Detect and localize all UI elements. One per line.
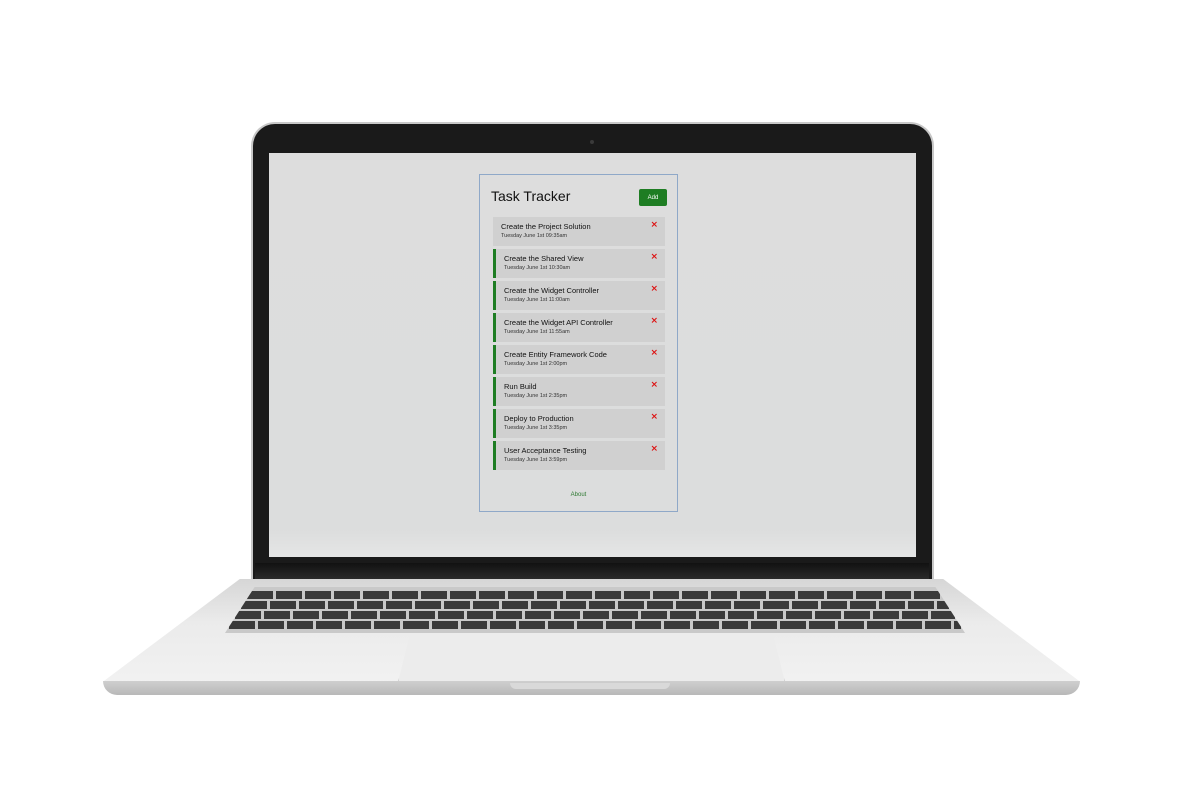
task-name: Create the Widget Controller [504,286,600,295]
delete-icon[interactable]: × [650,253,658,262]
webcam [590,140,594,144]
task-name: User Acceptance Testing [504,446,587,455]
delete-icon[interactable]: × [650,221,658,230]
task-list: Create the Project Solution Tuesday June … [493,217,665,473]
task-date: Tuesday June 1st 11:55am [504,329,570,335]
task-date: Tuesday June 1st 3:35pm [504,425,568,431]
task-text: Run Build Tuesday June 1st 2:35pm [504,382,567,399]
task-date: Tuesday June 1st 2:35pm [504,393,568,399]
laptop-notch [510,683,670,689]
add-task-button[interactable]: Add [639,189,667,206]
task-text: Create Entity Framework Code Tuesday June… [504,350,607,367]
delete-icon[interactable]: × [650,413,658,422]
task-date: Tuesday June 1st 3:59pm [504,457,568,463]
task-name: Create the Project Solution [501,222,591,231]
app-header: Task Tracker Add [491,188,667,208]
task-date: Tuesday June 1st 10:30am [504,265,571,271]
key-row [235,611,955,619]
app-title: Task Tracker [491,188,571,204]
task-item[interactable]: Create the Shared View Tuesday June 1st 1… [493,249,665,278]
key-row [247,591,943,599]
task-name: Create Entity Framework Code [504,350,607,359]
task-name: Deploy to Production [504,414,574,423]
delete-icon[interactable]: × [650,317,658,326]
task-date: Tuesday June 1st 11:00am [504,297,570,303]
laptop-hinge [255,563,929,579]
task-item[interactable]: Run Build Tuesday June 1st 2:35pm × [493,377,665,406]
laptop-screen: Task Tracker Add Create the Project Solu… [269,153,916,557]
delete-icon[interactable]: × [650,349,658,358]
task-name: Create the Shared View [504,254,584,263]
delete-icon[interactable]: × [650,381,658,390]
task-item[interactable]: Create the Project Solution Tuesday June … [493,217,665,246]
task-text: User Acceptance Testing Tuesday June 1st … [504,446,586,463]
task-item[interactable]: Create the Widget API Controller Tuesday … [493,313,665,342]
key-row [241,601,949,609]
task-date: Tuesday June 1st 09:35am [501,233,568,239]
key-row [229,621,961,629]
task-name: Create the Widget API Controller [504,318,613,327]
task-date: Tuesday June 1st 2:00pm [504,361,568,367]
task-item[interactable]: User Acceptance Testing Tuesday June 1st … [493,441,665,470]
task-text: Create the Widget API Controller Tuesday … [504,318,613,335]
task-text: Create the Project Solution Tuesday June … [501,222,591,239]
delete-icon[interactable]: × [650,445,658,454]
trackpad [398,636,785,682]
task-item[interactable]: Create the Widget Controller Tuesday June… [493,281,665,310]
keyboard [225,587,965,633]
task-name: Run Build [504,382,537,391]
about-link[interactable]: About [480,492,677,498]
task-item[interactable]: Create Entity Framework Code Tuesday June… [493,345,665,374]
task-text: Create the Shared View Tuesday June 1st 1… [504,254,584,271]
delete-icon[interactable]: × [650,285,658,294]
task-tracker-app: Task Tracker Add Create the Project Solu… [479,174,678,512]
screen-glare [269,529,916,557]
task-item[interactable]: Deploy to Production Tuesday June 1st 3:3… [493,409,665,438]
task-text: Deploy to Production Tuesday June 1st 3:3… [504,414,574,431]
task-text: Create the Widget Controller Tuesday June… [504,286,599,303]
laptop-lid: Task Tracker Add Create the Project Solu… [253,124,932,584]
